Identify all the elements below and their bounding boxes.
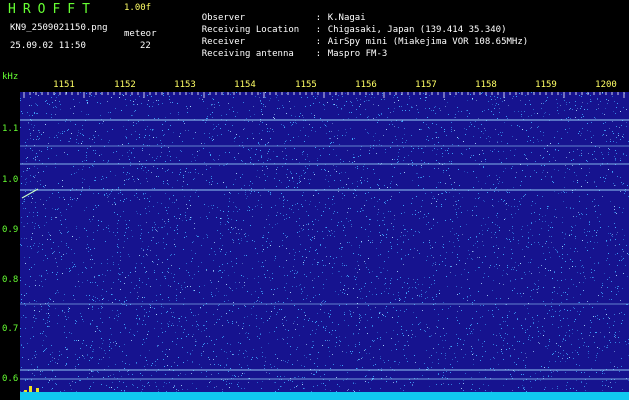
spectrogram (20, 92, 629, 400)
y-tick: 0.8 (2, 275, 19, 285)
x-tick: 1153 (174, 80, 196, 90)
y-tick: 1.1 (2, 124, 19, 134)
info-antenna: Receiving antenna: Maspro FM-3 (201, 49, 388, 59)
x-tick: 1155 (295, 80, 317, 90)
meteor-count: 22 (140, 41, 151, 51)
spectrogram-canvas (20, 92, 629, 400)
noise-floor-bar (20, 392, 629, 400)
x-tick: 1154 (234, 80, 256, 90)
x-tick: 1156 (355, 80, 377, 90)
app-title: HROFFT (8, 2, 97, 17)
y-tick: 1.0 (2, 175, 19, 185)
file-name: KN9_2509021150.png (10, 23, 108, 33)
hrofft-window: HROFFT 1.00f KN9_2509021150.png meteor 2… (0, 0, 629, 400)
x-tick: 1151 (53, 80, 75, 90)
meteor-label: meteor (124, 29, 157, 39)
y-tick: 0.9 (2, 225, 19, 235)
y-tick: 0.7 (2, 324, 19, 334)
noise-speckle (20, 92, 629, 400)
x-tick: 1158 (475, 80, 497, 90)
app-version: 1.00f (124, 3, 152, 13)
info-key: Receiving antenna (201, 49, 294, 59)
info-value: Maspro FM-3 (327, 49, 388, 59)
x-tick: 1200 (595, 80, 617, 90)
x-tick: 1157 (415, 80, 437, 90)
x-tick: 1159 (535, 80, 557, 90)
timestamp: 25.09.02 11:50 (10, 41, 86, 51)
y-axis-unit: kHz (2, 72, 19, 82)
x-tick: 1152 (114, 80, 136, 90)
y-tick: 0.6 (2, 374, 19, 384)
